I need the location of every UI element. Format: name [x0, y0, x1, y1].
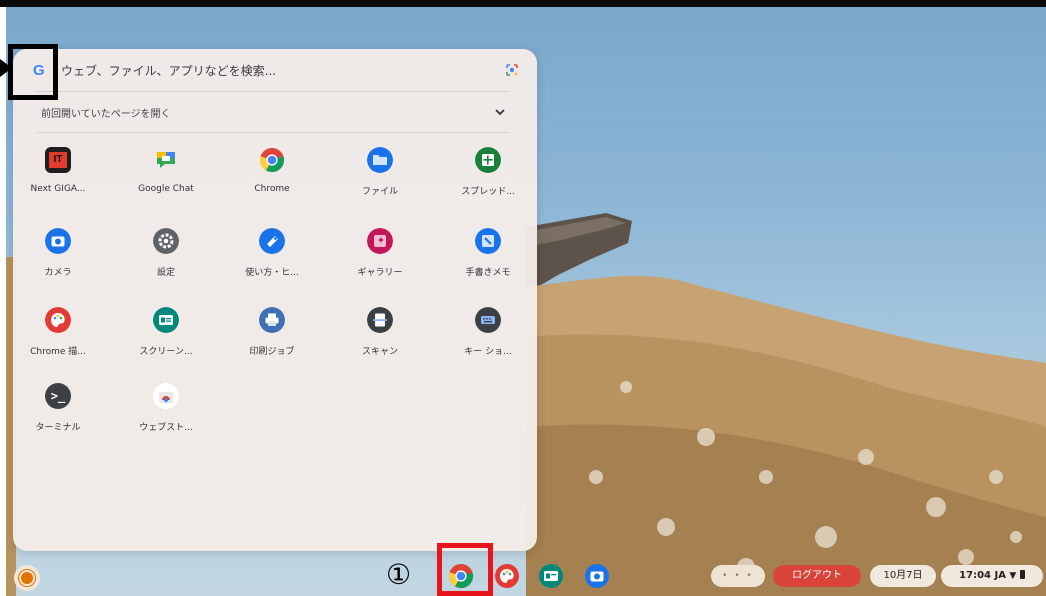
- launcher-dot-icon: [21, 572, 33, 584]
- next-giga-icon: IT: [45, 147, 71, 173]
- pointer-arrow: [0, 59, 12, 77]
- ime-dots-icon: • • •: [722, 571, 754, 581]
- logout-button[interactable]: ログアウト: [773, 565, 861, 587]
- app-files[interactable]: ファイル: [335, 147, 425, 207]
- search-highlight-box: [8, 44, 58, 100]
- app-label: ウェブスト...: [139, 423, 193, 433]
- app-label: ファイル: [361, 187, 398, 197]
- date-pill[interactable]: 10月7日: [870, 565, 936, 587]
- app-label: ギャラリー: [357, 268, 403, 278]
- app-next-giga[interactable]: IT Next GIGA...: [13, 147, 103, 207]
- google-chat-icon: [157, 152, 175, 168]
- web-store-icon: [153, 383, 179, 409]
- launcher-search-box[interactable]: G ウェブ、ファイル、アプリなどを検索...: [13, 49, 537, 93]
- restore-pages-row[interactable]: 前回開いていたページを開く: [13, 99, 537, 127]
- chrome-canvas-icon: [45, 307, 71, 333]
- app-label: スプレッド...: [461, 187, 515, 197]
- app-sheets[interactable]: スプレッド...: [443, 147, 533, 207]
- app-label: 設定: [156, 268, 175, 278]
- app-chrome-canvas[interactable]: Chrome 描...: [13, 307, 103, 367]
- app-label: スクリーン...: [139, 347, 193, 357]
- screencast-icon: [153, 307, 179, 333]
- app-shortcuts[interactable]: キー ショ...: [443, 307, 533, 367]
- print-jobs-icon: [259, 307, 285, 333]
- settings-icon: [153, 228, 179, 254]
- app-google-chat[interactable]: Google Chat: [121, 147, 211, 207]
- divider: [37, 132, 509, 133]
- shelf-chrome-canvas-icon[interactable]: [494, 563, 520, 589]
- app-screencast[interactable]: スクリーン...: [121, 307, 211, 367]
- wifi-icon: ▼: [1009, 571, 1017, 581]
- cursive-icon: [475, 228, 501, 254]
- app-label: Google Chat: [138, 184, 194, 194]
- app-settings[interactable]: 設定: [121, 228, 211, 288]
- ime-status-pill[interactable]: • • •: [711, 565, 765, 587]
- app-print-jobs[interactable]: 印刷ジョブ: [227, 307, 317, 367]
- app-label: スキャン: [361, 347, 398, 357]
- chevron-down-icon[interactable]: [493, 105, 507, 119]
- app-gallery[interactable]: ギャラリー: [335, 228, 425, 288]
- gallery-icon: [367, 228, 393, 254]
- app-camera[interactable]: カメラ: [13, 228, 103, 288]
- sheets-icon: [475, 147, 501, 173]
- app-label: Chrome: [254, 184, 290, 194]
- top-bar: [0, 0, 1046, 7]
- app-terminal[interactable]: >_ ターミナル: [13, 383, 103, 443]
- battery-icon: [1019, 570, 1025, 579]
- app-label: 使い方・ヒ...: [245, 268, 299, 278]
- launcher-button[interactable]: [14, 565, 40, 591]
- app-label: 印刷ジョブ: [249, 347, 295, 357]
- terminal-icon: >_: [45, 383, 71, 409]
- app-label: カメラ: [44, 268, 72, 278]
- shortcuts-icon: [475, 307, 501, 333]
- app-label: Next GIGA...: [30, 184, 86, 194]
- app-label: Chrome 描...: [30, 347, 86, 357]
- app-cursive[interactable]: 手書きメモ: [443, 228, 533, 288]
- camera-icon: [45, 228, 71, 254]
- scan-icon: [367, 307, 393, 333]
- time-status-pill[interactable]: 17:04 JA ▼: [941, 565, 1043, 587]
- shelf-screencast-icon[interactable]: [538, 563, 564, 589]
- app-scan[interactable]: スキャン: [335, 307, 425, 367]
- divider: [37, 91, 509, 92]
- explore-icon: [259, 228, 285, 254]
- restore-pages-label: 前回開いていたページを開く: [41, 109, 171, 120]
- app-explore[interactable]: 使い方・ヒ...: [227, 228, 317, 288]
- google-lens-icon[interactable]: [504, 62, 520, 78]
- time-status: 17:04 JA: [959, 570, 1006, 581]
- search-placeholder[interactable]: ウェブ、ファイル、アプリなどを検索...: [61, 62, 276, 79]
- chrome-highlight-box: [437, 543, 493, 596]
- app-label: ターミナル: [35, 423, 81, 433]
- app-web-store[interactable]: ウェブスト...: [121, 383, 211, 443]
- app-launcher: G ウェブ、ファイル、アプリなどを検索... 前回開いていたページを開く IT …: [13, 49, 537, 551]
- app-label: キー ショ...: [464, 347, 512, 357]
- chrome-icon: [259, 148, 285, 173]
- app-chrome[interactable]: Chrome: [227, 147, 317, 207]
- files-icon: [367, 147, 393, 173]
- app-label: 手書きメモ: [465, 268, 511, 278]
- shelf-camera-icon[interactable]: [584, 563, 610, 589]
